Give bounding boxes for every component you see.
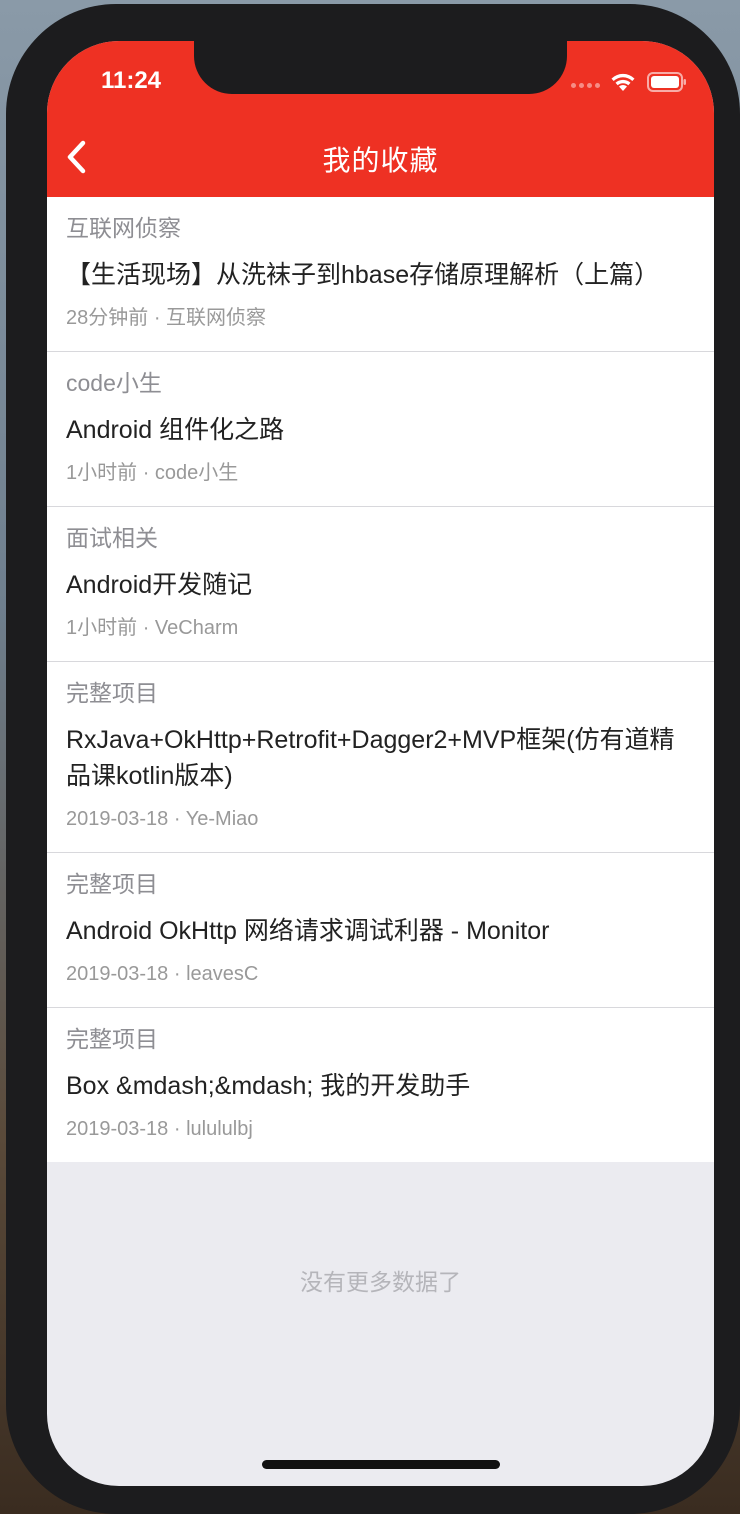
item-time: 1小时前 — [66, 617, 138, 639]
item-author: VeCharm — [154, 617, 239, 639]
meta-separator: · — [142, 617, 150, 639]
item-author: code小生 — [154, 462, 239, 484]
meta-separator: · — [142, 462, 150, 484]
item-meta: 1小时前 · code小生 — [66, 458, 695, 488]
meta-separator: · — [153, 307, 161, 329]
item-category: 互联网侦察 — [66, 215, 181, 241]
item-title: Android OkHttp 网络请求调试利器 - Monitor — [66, 917, 550, 945]
meta-separator: · — [173, 963, 181, 985]
list-item[interactable]: code小生 Android 组件化之路 1小时前 · code小生 — [47, 352, 714, 507]
page-title: 我的收藏 — [322, 145, 439, 176]
item-title: RxJava+OkHttp+Retrofit+Dagger2+MVP框架(仿有道… — [66, 726, 675, 790]
item-title: Android开发随记 — [66, 571, 253, 599]
status-time: 11:24 — [100, 67, 162, 94]
meta-separator: · — [173, 808, 181, 830]
item-category: code小生 — [66, 370, 162, 396]
app-screen: 11:24 我的收藏 互联网侦察 【生活现场】从洗袜子到hbase存储原理解析（… — [47, 41, 714, 1486]
battery-icon — [647, 72, 686, 92]
item-meta: 1小时前 · VeCharm — [66, 613, 695, 643]
item-title: Box &mdash;&mdash; 我的开发助手 — [66, 1072, 471, 1100]
item-author: leavesC — [186, 963, 259, 985]
list-item[interactable]: 完整项目 Box &mdash;&mdash; 我的开发助手 2019-03-1… — [47, 1008, 714, 1162]
item-author: Ye-Miao — [185, 808, 259, 830]
item-category: 完整项目 — [66, 1026, 158, 1052]
favorites-list: 互联网侦察 【生活现场】从洗袜子到hbase存储原理解析（上篇） 28分钟前 ·… — [47, 197, 714, 1162]
wifi-icon — [611, 73, 635, 91]
item-time: 28分钟前 — [66, 307, 149, 329]
cellular-signal-icon — [571, 83, 601, 89]
item-title: Android 组件化之路 — [66, 416, 285, 444]
item-category: 面试相关 — [66, 525, 158, 551]
meta-separator: · — [173, 1118, 181, 1140]
list-item[interactable]: 完整项目 RxJava+OkHttp+Retrofit+Dagger2+MVP框… — [47, 662, 714, 853]
no-more-data-label: 没有更多数据了 — [300, 1269, 461, 1295]
item-category: 完整项目 — [66, 680, 158, 706]
item-author: 互联网侦察 — [166, 307, 267, 329]
item-time: 1小时前 — [66, 462, 138, 484]
item-time: 2019-03-18 — [66, 963, 169, 985]
list-item[interactable]: 面试相关 Android开发随记 1小时前 · VeCharm — [47, 507, 714, 662]
app-header: 11:24 我的收藏 — [47, 41, 714, 197]
home-indicator[interactable] — [262, 1460, 500, 1469]
item-author: lulululbj — [186, 1118, 253, 1140]
item-meta: 2019-03-18 · leavesC — [66, 959, 695, 989]
item-meta: 28分钟前 · 互联网侦察 — [66, 303, 695, 333]
item-time: 2019-03-18 — [66, 808, 169, 830]
list-item[interactable]: 互联网侦察 【生活现场】从洗袜子到hbase存储原理解析（上篇） 28分钟前 ·… — [47, 197, 714, 352]
item-meta: 2019-03-18 · lulululbj — [66, 1114, 695, 1144]
device-notch — [194, 41, 567, 94]
item-title: 【生活现场】从洗袜子到hbase存储原理解析（上篇） — [66, 261, 660, 289]
device-frame: 11:24 我的收藏 互联网侦察 【生活现场】从洗袜子到hbase存储原理解析（… — [6, 4, 740, 1514]
item-category: 完整项目 — [66, 871, 158, 897]
list-item[interactable]: 完整项目 Android OkHttp 网络请求调试利器 - Monitor 2… — [47, 853, 714, 1008]
item-meta: 2019-03-18 · Ye-Miao — [66, 804, 695, 834]
item-time: 2019-03-18 — [66, 1118, 169, 1140]
